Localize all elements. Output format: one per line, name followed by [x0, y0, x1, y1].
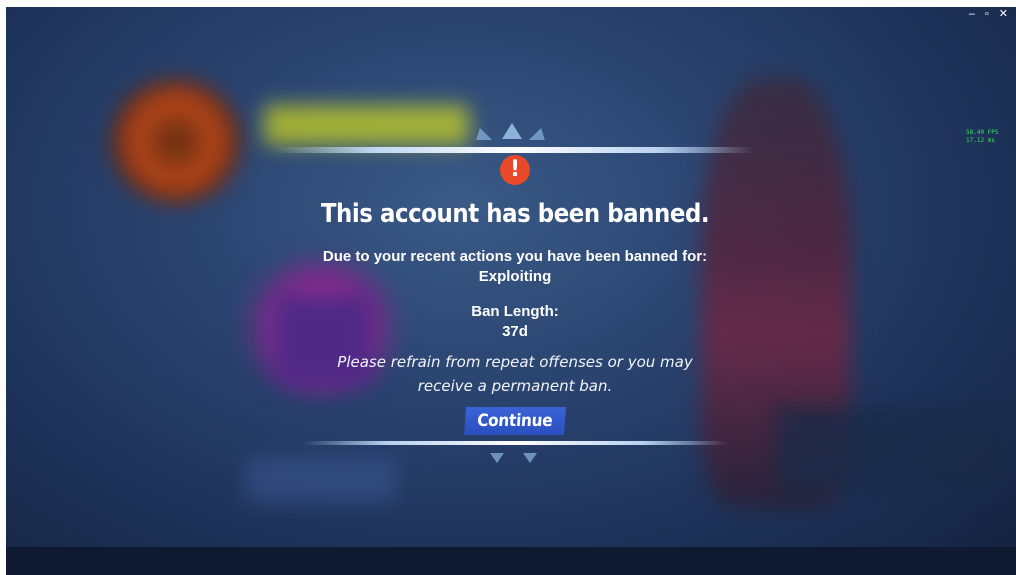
window-controls: – ▫ ✕ [969, 8, 1008, 20]
ban-length-label: Ban Length: [471, 303, 559, 320]
screen-frame: – ▫ ✕ 58.40 FPS 17.12 ms ! This account … [0, 0, 1016, 575]
decoration-arrow-icon [523, 453, 537, 463]
decoration-arrow-icon [528, 128, 550, 140]
fps-value: 58.40 FPS [966, 129, 999, 136]
minimize-icon[interactable]: – [969, 8, 975, 20]
background-title [264, 105, 469, 145]
warning-text: Please refrain from repeat offenses or y… [337, 353, 693, 395]
modal-top-divider [276, 147, 754, 153]
modal-bottom-divider [302, 441, 728, 445]
exclamation-icon: ! [500, 155, 530, 185]
continue-button[interactable]: Continue [464, 407, 566, 435]
ban-length-value: 37d [502, 323, 528, 340]
modal-title: This account has been banned. [320, 199, 710, 229]
background-emblem [111, 79, 241, 204]
ban-reason-value: Exploiting [478, 268, 552, 285]
ban-reason-text: Due to your recent actions you have been… [322, 248, 708, 265]
game-viewport: – ▫ ✕ 58.40 FPS 17.12 ms ! This account … [6, 7, 1016, 575]
continue-button-label: Continue [476, 411, 554, 431]
background-panel [776, 407, 1006, 492]
background-box [246, 457, 396, 502]
frame-time-value: 17.12 ms [966, 137, 995, 144]
decoration-arrow-icon [471, 128, 493, 140]
close-icon[interactable]: ✕ [999, 8, 1008, 20]
decoration-arrow-icon [502, 123, 522, 139]
fps-overlay: 58.40 FPS 17.12 ms [966, 129, 999, 145]
bottom-bar [6, 547, 1016, 575]
decoration-arrow-icon [490, 453, 504, 463]
maximize-icon[interactable]: ▫ [985, 8, 989, 20]
